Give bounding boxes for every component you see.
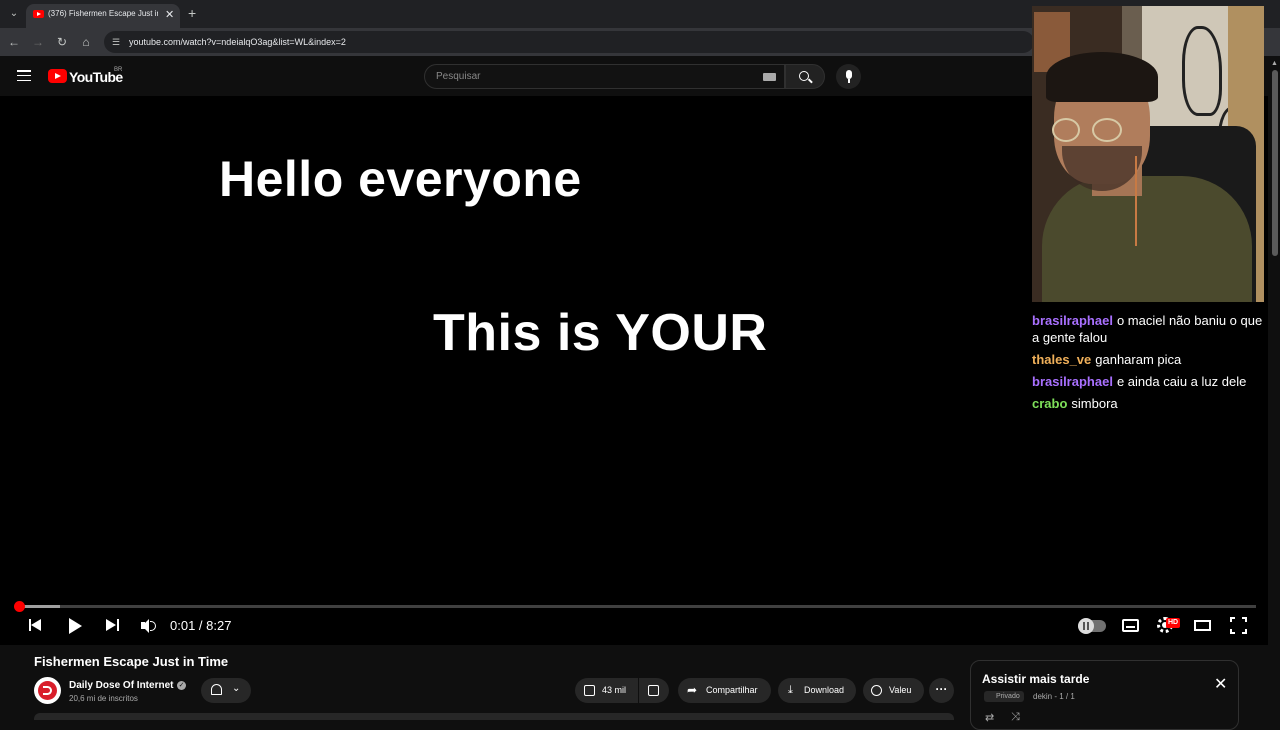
browser-tab[interactable]: (376) Fishermen Escape Just in Time ✕: [26, 4, 180, 28]
streamer-webcam: [1032, 6, 1264, 302]
menu-icon[interactable]: [17, 70, 31, 82]
site-info-icon[interactable]: ☰: [112, 36, 124, 48]
thumbs-down-icon: [648, 685, 659, 696]
like-count: 43 mil: [602, 685, 627, 695]
share-icon: ➦: [687, 683, 698, 697]
tab-search-chevron-icon[interactable]: ⌄: [6, 6, 22, 22]
microphone-icon: [845, 70, 852, 79]
keyboard-icon[interactable]: [763, 73, 776, 81]
video-title: Fishermen Escape Just in Time: [34, 654, 229, 669]
verified-icon: ✓: [177, 681, 186, 690]
share-button[interactable]: ➦ Compartilhar: [678, 678, 771, 703]
scrollbar-thumb[interactable]: [1272, 70, 1278, 256]
bell-icon: [211, 684, 222, 695]
country-code: BR: [114, 67, 123, 73]
forward-arrow-icon[interactable]: →: [30, 34, 46, 50]
loop-icon[interactable]: ⇄: [985, 711, 994, 724]
chat-username: thales_ve: [1032, 352, 1092, 367]
share-label: Compartilhar: [706, 685, 758, 695]
youtube-favicon-icon: [33, 10, 44, 18]
tab-title: (376) Fishermen Escape Just in Time: [48, 9, 158, 18]
scroll-up-arrow-icon[interactable]: ▲: [1271, 60, 1278, 67]
channel-name[interactable]: Daily Dose Of Internet: [69, 680, 173, 691]
progress-scrubber-handle[interactable]: [14, 601, 25, 612]
progress-buffered: [20, 605, 60, 608]
download-button[interactable]: ⤓ Download: [778, 678, 856, 703]
url-text[interactable]: youtube.com/watch?v=ndeialqO3ag&list=WL&…: [129, 37, 346, 47]
chat-username: brasilraphael: [1032, 374, 1113, 389]
next-icon[interactable]: [106, 617, 120, 635]
new-tab-icon[interactable]: +: [188, 5, 196, 21]
pause-icon: [1083, 622, 1089, 630]
video-caption-line-1: Hello everyone: [219, 151, 582, 207]
progress-bar[interactable]: [20, 605, 1256, 608]
chat-message: thales_ve ganharam pica: [1032, 351, 1272, 368]
back-arrow-icon[interactable]: ←: [6, 34, 22, 50]
playlist-meta: dekin - 1 / 1: [1033, 692, 1075, 701]
chat-text: ganharam pica: [1095, 352, 1182, 367]
thanks-button[interactable]: Valeu: [863, 678, 924, 703]
voice-search-button[interactable]: [836, 64, 861, 89]
playlist-title[interactable]: Assistir mais tarde: [982, 672, 1089, 686]
previous-icon[interactable]: [28, 617, 42, 635]
fullscreen-icon[interactable]: [1230, 617, 1247, 634]
video-caption-line-2: This is YOUR: [433, 304, 768, 362]
address-bar[interactable]: ☰ youtube.com/watch?v=ndeialqO3ag&list=W…: [104, 31, 1034, 53]
download-label: Download: [804, 685, 845, 695]
thanks-heart-icon: [871, 685, 882, 696]
notification-bell-button[interactable]: ⌄: [201, 678, 251, 703]
subtitles-icon[interactable]: [1122, 619, 1139, 632]
description-box[interactable]: [34, 713, 954, 720]
hd-badge: HD: [1166, 618, 1181, 628]
search-placeholder: Pesquisar: [436, 71, 481, 82]
subscriber-count: 20,6 mi de inscritos: [69, 694, 138, 703]
chat-username: crabo: [1032, 396, 1068, 411]
thanks-label: Valeu: [889, 685, 912, 695]
chat-message: crabo simbora: [1032, 395, 1272, 412]
channel-avatar[interactable]: [34, 677, 61, 704]
tab-close-icon[interactable]: ✕: [165, 8, 174, 21]
chat-overlay: brasilraphael o maciel não baniu o que a …: [1032, 312, 1272, 417]
dislike-button[interactable]: [639, 678, 669, 703]
thumbs-up-icon: [584, 685, 595, 696]
play-icon[interactable]: [68, 617, 82, 635]
youtube-logo-icon[interactable]: [48, 69, 67, 83]
home-icon[interactable]: ⌂: [78, 34, 94, 50]
close-icon[interactable]: ✕: [1214, 677, 1227, 693]
privacy-badge: Privado: [984, 691, 1024, 702]
reload-icon[interactable]: ↻: [54, 34, 70, 50]
chat-username: brasilraphael: [1032, 313, 1113, 328]
search-input[interactable]: Pesquisar: [424, 64, 785, 89]
more-actions-button[interactable]: ···: [929, 678, 954, 703]
chevron-down-icon: ⌄: [232, 683, 241, 694]
download-icon: ⤓: [788, 684, 793, 696]
shuffle-icon[interactable]: ⤨: [1011, 711, 1020, 724]
chat-text: e ainda caiu a luz dele: [1116, 374, 1247, 389]
chat-message: brasilraphael e ainda caiu a luz dele: [1032, 373, 1272, 390]
like-button[interactable]: 43 mil: [575, 678, 638, 703]
chat-message: brasilraphael o maciel não baniu o que a …: [1032, 312, 1272, 346]
chat-text: simbora: [1071, 396, 1118, 411]
time-display: 0:01 / 8:27: [170, 618, 232, 633]
theater-mode-icon[interactable]: [1194, 620, 1211, 631]
search-button[interactable]: [785, 64, 825, 89]
